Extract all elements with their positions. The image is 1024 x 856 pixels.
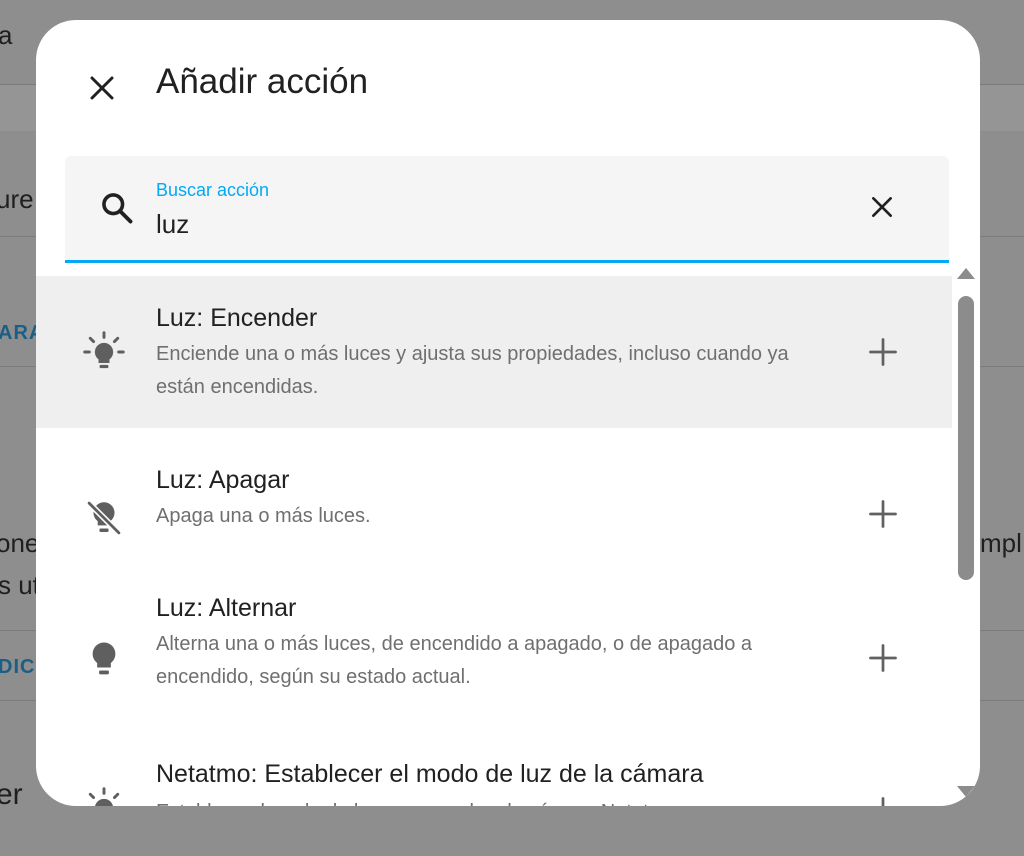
add-action-button[interactable] (864, 495, 902, 533)
lightbulb-icon (80, 636, 128, 684)
action-description: Establece el modo de luz para una luz de… (156, 796, 836, 806)
bg-text-fragment: s ut (0, 570, 40, 600)
dialog-title: Añadir acción (156, 62, 369, 101)
action-title: Luz: Apagar (156, 466, 290, 494)
search-label: Buscar acción (156, 180, 270, 200)
search-clear-button[interactable] (865, 190, 899, 224)
clear-icon (872, 197, 892, 217)
bg-text-fragment: a (0, 20, 13, 50)
action-description: Enciende una o más luces y ajusta sus pr… (156, 343, 789, 398)
action-item-netatmo-luz-camara[interactable]: Netatmo: Establecer el modo de luz de la… (36, 744, 952, 806)
scroll-down-arrow-icon[interactable] (957, 786, 975, 797)
plus-icon (881, 797, 885, 806)
plus-icon (869, 500, 897, 528)
action-description: Alterna una o más luces, de encendido a … (156, 633, 753, 688)
bg-text-fragment: mpl (980, 528, 1022, 558)
bg-text-fragment: ure (0, 184, 34, 214)
bg-text-fragment: one (0, 528, 40, 558)
lightbulb-off-icon (80, 494, 128, 542)
action-title: Luz: Alternar (156, 594, 297, 622)
action-list: Luz: Encender Enciende una o más luces y… (36, 276, 952, 806)
action-title: Netatmo: Establecer el modo de luz de la… (156, 760, 704, 788)
add-action-button[interactable] (864, 639, 902, 677)
add-action-dialog: Añadir acción Buscar acción Luz: (36, 20, 980, 806)
lightbulb-on-icon (80, 328, 128, 376)
add-action-button[interactable] (864, 792, 902, 806)
action-item-luz-alternar[interactable]: Luz: Alternar Alterna una o más luces, d… (36, 594, 952, 732)
close-button[interactable] (82, 68, 122, 108)
camera-light-icon (80, 784, 128, 806)
action-title: Luz: Encender (156, 304, 318, 332)
action-item-luz-encender[interactable]: Luz: Encender Enciende una o más luces y… (36, 276, 952, 428)
scroll-up-arrow-icon[interactable] (957, 268, 975, 279)
action-item-luz-apagar[interactable]: Luz: Apagar Apaga una o más luces. (36, 450, 952, 570)
list-scrollbar[interactable] (952, 268, 980, 806)
search-field[interactable]: Buscar acción (65, 156, 949, 263)
dialog-header: Añadir acción (36, 20, 980, 150)
bg-text-fragment: er (0, 778, 23, 811)
scroll-thumb[interactable] (958, 296, 974, 580)
add-action-button[interactable] (864, 333, 902, 371)
search-input[interactable] (154, 206, 838, 242)
action-description: Apaga una o más luces. (156, 505, 371, 527)
close-icon (90, 76, 114, 100)
search-icon (102, 193, 133, 224)
plus-icon (869, 644, 897, 672)
plus-icon (869, 338, 897, 366)
